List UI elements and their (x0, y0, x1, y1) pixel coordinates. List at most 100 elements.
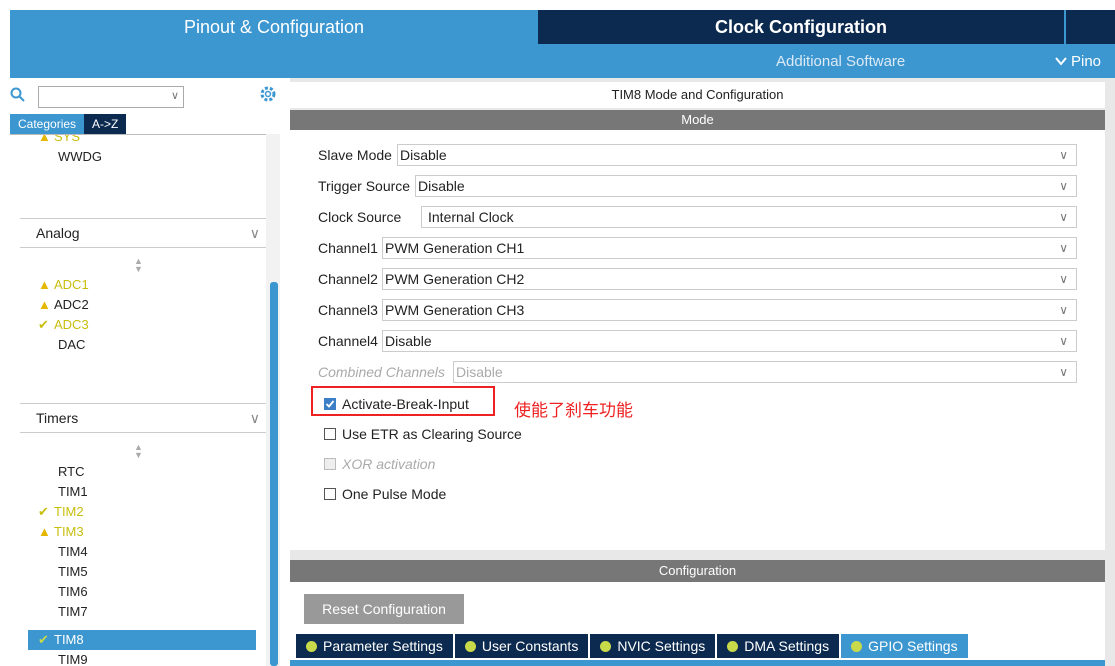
search-bar: ∨ (10, 84, 280, 110)
list-item[interactable]: ▲ ADC1 (38, 275, 89, 295)
tab-label: Parameter Settings (323, 638, 443, 654)
search-input[interactable]: ∨ (38, 86, 184, 108)
channel1-select[interactable]: PWM Generation CH1 ∨ (382, 237, 1077, 259)
use-etr-checkbox[interactable]: Use ETR as Clearing Source (324, 424, 522, 444)
check-icon: ✔ (38, 317, 49, 332)
sort-icon[interactable]: ▲ ▼ (134, 443, 143, 460)
chevron-down-icon: ∨ (249, 410, 260, 426)
search-icon (10, 87, 25, 102)
tab-nvic-settings[interactable]: NVIC Settings (590, 634, 716, 658)
list-item[interactable]: WWDG (58, 147, 102, 167)
list-item[interactable]: TIM4 (58, 542, 88, 562)
field-trigger-source: Trigger Source Disable ∨ (318, 175, 1077, 197)
list-item[interactable]: ▲ ADC2 (38, 295, 89, 315)
warning-icon: ▲ (38, 524, 51, 539)
list-item[interactable]: ▲ SYS (38, 134, 80, 147)
list-item[interactable]: TIM5 (58, 562, 88, 582)
warning-icon: ▲ (38, 297, 51, 312)
list-item[interactable]: RTC (58, 462, 84, 482)
chevron-down-icon: ∨ (1059, 210, 1068, 224)
chevron-down-icon: ∨ (1059, 303, 1068, 317)
chevron-down-icon: ∨ (1059, 241, 1068, 255)
status-dot-icon (600, 641, 612, 652)
item-label: TIM9 (58, 652, 88, 666)
status-dot-icon (464, 641, 476, 652)
configuration-body: Reset Configuration Parameter Settings U… (290, 582, 1105, 666)
sort-icon[interactable]: ▲ ▼ (134, 257, 143, 274)
panel-title: TIM8 Mode and Configuration (290, 82, 1105, 108)
checkbox-icon (324, 488, 336, 501)
status-dot-icon (851, 641, 863, 652)
channel2-select[interactable]: PWM Generation CH2 ∨ (382, 268, 1077, 290)
list-item[interactable]: TIM6 (58, 582, 88, 602)
section-timers[interactable]: Timers ∨ (36, 408, 266, 428)
field-channel2: Channel2 PWM Generation CH2 ∨ (318, 268, 1077, 290)
chevron-down-icon[interactable]: ∨ (171, 89, 179, 102)
tab-label: GPIO Settings (868, 638, 958, 654)
item-label: TIM7 (58, 604, 88, 619)
status-dot-icon (306, 641, 317, 652)
checkbox-label: Use ETR as Clearing Source (342, 426, 522, 442)
combined-channels-select: Disable ∨ (453, 361, 1077, 383)
select-value: Disable (385, 333, 432, 349)
warning-icon: ▲ (38, 134, 51, 144)
field-channel3: Channel3 PWM Generation CH3 ∨ (318, 299, 1077, 321)
divider (20, 247, 270, 248)
tab-clock-configuration[interactable]: Clock Configuration (538, 10, 1064, 44)
field-label: Combined Channels (318, 364, 445, 380)
pinout-menu-label: Pino (1071, 52, 1102, 70)
additional-software-link[interactable]: Additional Software (776, 44, 936, 78)
chevron-down-icon (1055, 57, 1067, 66)
item-label: ADC2 (54, 297, 89, 312)
tab-a-to-z[interactable]: A->Z (84, 114, 127, 134)
scrollbar-thumb[interactable] (270, 282, 278, 666)
list-item[interactable]: ▲ TIM3 (38, 522, 84, 542)
chevron-down-icon: ∨ (1059, 272, 1068, 286)
section-title: Analog (36, 225, 80, 241)
tab-pinout-configuration[interactable]: Pinout & Configuration (10, 10, 538, 44)
list-item[interactable]: ✔ ADC3 (38, 315, 89, 335)
list-item[interactable]: TIM1 (58, 482, 88, 502)
item-label: TIM8 (54, 632, 84, 647)
field-clock-source: Clock Source Internal Clock ∨ (318, 206, 1077, 228)
xor-activation-checkbox: XOR activation (324, 454, 435, 474)
tab-parameter-settings[interactable]: Parameter Settings (296, 634, 453, 658)
slave-mode-select[interactable]: Disable ∨ (397, 144, 1077, 166)
item-label: ADC3 (54, 317, 89, 332)
field-channel4: Channel4 Disable ∨ (318, 330, 1077, 352)
check-icon: ✔ (38, 632, 49, 647)
item-label: RTC (58, 464, 85, 479)
category-tree: ▲ SYS WWDG Analog ∨ ▲ ▼ ▲ ADC1 ▲ ADC2 ✔ ADC3 D… (10, 134, 276, 666)
list-item[interactable]: DAC (58, 335, 85, 355)
configuration-header: Configuration (290, 560, 1105, 582)
categories-panel: ∨ Categories A->Z ▲ SYS WWDG Analog ∨ ▲ ▼ ▲… (0, 78, 290, 666)
channel3-select[interactable]: PWM Generation CH3 ∨ (382, 299, 1077, 321)
field-channel1: Channel1 PWM Generation CH1 ∨ (318, 237, 1077, 259)
list-item-selected[interactable]: ✔ TIM8 (38, 630, 84, 650)
tab-overflow[interactable] (1066, 10, 1115, 44)
chevron-down-icon: ∨ (249, 225, 260, 241)
pinout-menu[interactable]: Pino (1055, 44, 1115, 78)
tab-categories[interactable]: Categories (10, 114, 85, 134)
field-label: Channel4 (318, 333, 378, 349)
one-pulse-mode-checkbox[interactable]: One Pulse Mode (324, 484, 446, 504)
sub-tab-bar: Additional Software Pino (10, 44, 1115, 78)
tab-dma-settings[interactable]: DMA Settings (717, 634, 840, 658)
section-analog[interactable]: Analog ∨ (36, 223, 266, 243)
clock-source-select[interactable]: Internal Clock ∨ (421, 206, 1077, 228)
checkbox-icon (324, 428, 336, 441)
list-item[interactable]: ✔ TIM2 (38, 502, 84, 522)
gear-icon[interactable] (258, 84, 278, 104)
list-item[interactable]: TIM9 (58, 650, 88, 666)
tab-gpio-settings[interactable]: GPIO Settings (841, 634, 968, 658)
item-label: TIM2 (54, 504, 84, 519)
channel4-select[interactable]: Disable ∨ (382, 330, 1077, 352)
chevron-down-icon: ∨ (1059, 179, 1068, 193)
mode-body: Slave Mode Disable ∨ Trigger Source Disable… (290, 130, 1105, 550)
reset-configuration-button[interactable]: Reset Configuration (304, 594, 464, 624)
list-item[interactable]: TIM7 (58, 602, 88, 622)
select-value: PWM Generation CH3 (385, 302, 525, 318)
tab-label: User Constants (481, 638, 579, 654)
trigger-source-select[interactable]: Disable ∨ (415, 175, 1077, 197)
tab-user-constants[interactable]: User Constants (454, 634, 589, 658)
